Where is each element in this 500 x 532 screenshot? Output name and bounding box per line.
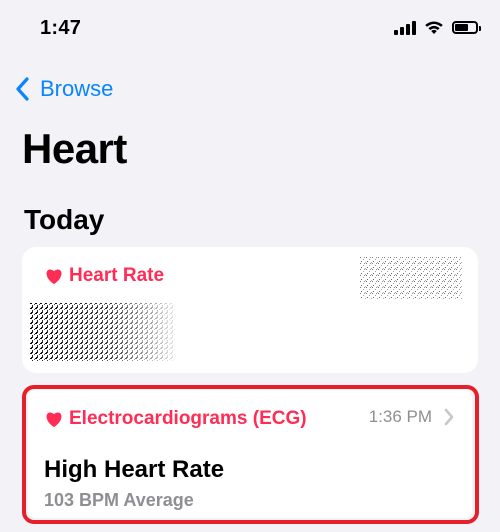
back-button-label: Browse — [40, 76, 114, 101]
ecg-subtitle: 103 BPM Average — [44, 490, 194, 510]
heart-icon — [46, 269, 62, 285]
status-icons — [394, 20, 481, 35]
chevron-right-icon — [444, 408, 454, 426]
heart-rate-card-title: Heart Rate — [69, 265, 165, 286]
ecg-card[interactable]: Electrocardiograms (ECG) 1:36 PM High He… — [28, 390, 472, 518]
page-title: Heart — [22, 125, 127, 172]
chevron-left-icon — [10, 74, 34, 104]
heart-rate-card-header: Heart Rate — [44, 265, 164, 287]
heart-rate-card[interactable]: Heart Rate — [22, 247, 478, 373]
status-time: 1:47 — [40, 17, 82, 39]
section-title-today: Today — [24, 204, 105, 235]
ecg-headline: High Heart Rate — [44, 456, 225, 483]
back-button[interactable]: Browse — [10, 74, 113, 104]
status-bar: 1:47 — [0, 0, 500, 60]
redacted-chart-blur — [30, 303, 175, 361]
ecg-card-header: Electrocardiograms (ECG) — [44, 408, 307, 430]
heart-icon — [46, 412, 62, 428]
ecg-card-title: Electrocardiograms (ECG) — [69, 408, 307, 429]
battery-icon — [452, 21, 481, 34]
wifi-icon — [425, 21, 443, 34]
battery-level-fill — [455, 24, 468, 31]
redacted-value-blur — [360, 257, 462, 299]
signal-icon — [394, 20, 416, 35]
ecg-timestamp: 1:36 PM — [368, 407, 432, 426]
